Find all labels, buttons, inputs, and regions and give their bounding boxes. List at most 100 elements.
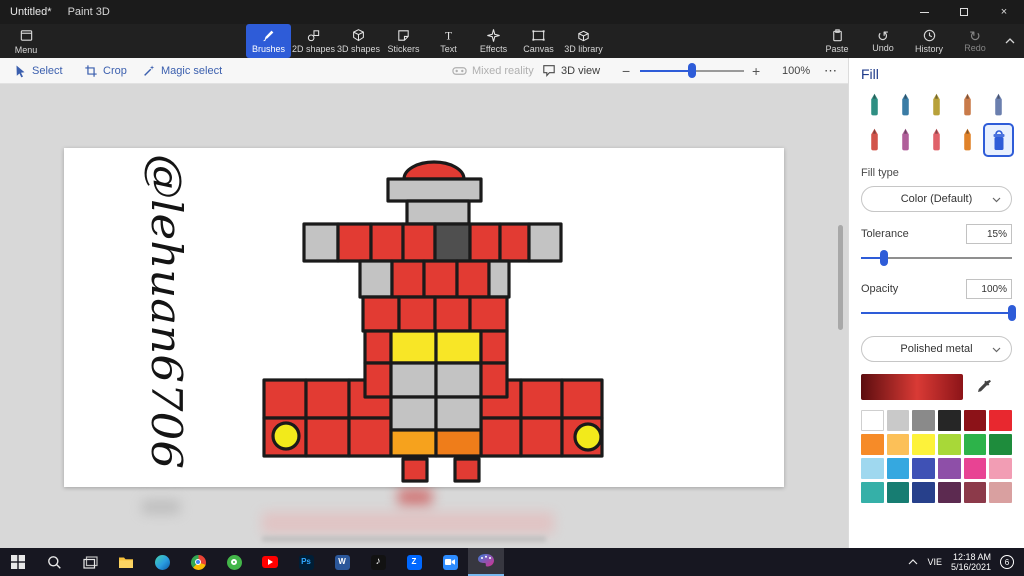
- tolerance-slider[interactable]: [861, 249, 1012, 267]
- tolerance-slider-thumb[interactable]: [879, 250, 888, 266]
- tab-shapes3d[interactable]: 3D shapes: [336, 24, 381, 58]
- zalo-button[interactable]: Z: [396, 548, 432, 576]
- palette-swatch-1-3[interactable]: [937, 434, 961, 455]
- palette-swatch-0-3[interactable]: [937, 410, 961, 431]
- close-button[interactable]: ×: [984, 0, 1024, 24]
- fill-type-dropdown[interactable]: Color (Default): [861, 186, 1012, 212]
- word-button[interactable]: W: [324, 548, 360, 576]
- edge-button[interactable]: [144, 548, 180, 576]
- tab-shapes2d[interactable]: 2D shapes: [291, 24, 336, 58]
- palette-swatch-2-1[interactable]: [886, 458, 910, 479]
- oil-brush-tool[interactable]: [923, 90, 950, 120]
- canvas-artwork[interactable]: @lehuan6706: [64, 148, 784, 487]
- palette-swatch-1-0[interactable]: [861, 434, 884, 455]
- task-view-button[interactable]: [72, 548, 108, 576]
- opacity-slider-thumb[interactable]: [1008, 305, 1016, 321]
- chrome-button[interactable]: [180, 548, 216, 576]
- palette-swatch-3-3[interactable]: [937, 482, 961, 503]
- zoom-in-button[interactable]: +: [752, 58, 760, 83]
- palette-swatch-1-4[interactable]: [963, 434, 987, 455]
- opacity-slider[interactable]: [861, 304, 1016, 322]
- redo-button[interactable]: ↻ Redo: [952, 24, 998, 58]
- palette-swatch-1-1[interactable]: [886, 434, 910, 455]
- palette-swatch-1-5[interactable]: [989, 434, 1012, 455]
- current-color[interactable]: [861, 374, 963, 400]
- tolerance-value-field[interactable]: 15%: [966, 224, 1012, 244]
- coccoc-browser-button[interactable]: [216, 548, 252, 576]
- 3d-view-button[interactable]: 3D view: [542, 58, 600, 83]
- notification-badge[interactable]: 6: [1000, 555, 1014, 569]
- zoom-out-button[interactable]: −: [622, 58, 630, 83]
- fill-tool[interactable]: [983, 123, 1014, 157]
- tab-canvas[interactable]: Canvas: [516, 24, 561, 58]
- paint3d-taskbar-button[interactable]: [468, 548, 504, 576]
- more-options-button[interactable]: ⋯: [824, 58, 838, 83]
- palette-swatch-0-1[interactable]: [886, 410, 910, 431]
- maximize-button[interactable]: [944, 0, 984, 24]
- start-button[interactable]: [0, 548, 36, 576]
- calligraphy-pen-tool[interactable]: [892, 90, 919, 120]
- chrome-icon: [190, 554, 206, 570]
- drawing-cell: [304, 416, 351, 458]
- video-call-button[interactable]: [432, 548, 468, 576]
- drawing-cell: [487, 259, 511, 299]
- select-button[interactable]: Select: [14, 58, 63, 83]
- material-dropdown[interactable]: Polished metal: [861, 336, 1012, 362]
- marker-tool[interactable]: [861, 90, 888, 120]
- language-indicator[interactable]: VIE: [927, 557, 942, 567]
- palette-swatch-3-5[interactable]: [989, 482, 1012, 503]
- drawing-cell: [433, 295, 472, 333]
- pencil-tool[interactable]: [861, 125, 888, 155]
- drawing-canvas[interactable]: @lehuan6706: [64, 148, 784, 487]
- eyedropper-icon[interactable]: [975, 378, 993, 396]
- 3d-view-label: 3D view: [561, 64, 601, 77]
- eraser-tool[interactable]: [892, 125, 919, 155]
- collapse-ribbon-button[interactable]: [1000, 24, 1020, 58]
- paste-button[interactable]: Paste: [814, 24, 860, 58]
- pixel-pen-tool[interactable]: [985, 90, 1012, 120]
- tab-text[interactable]: T Text: [426, 24, 471, 58]
- zoom-slider[interactable]: [640, 58, 744, 83]
- palette-swatch-0-4[interactable]: [963, 410, 987, 431]
- palette-swatch-3-2[interactable]: [912, 482, 935, 503]
- crayon-tool[interactable]: [923, 125, 950, 155]
- palette-swatch-2-2[interactable]: [912, 458, 935, 479]
- canvas-scrollbar[interactable]: [838, 225, 843, 330]
- palette-swatch-3-1[interactable]: [886, 482, 910, 503]
- menu-button[interactable]: Menu: [4, 24, 48, 58]
- palette-swatch-0-5[interactable]: [989, 410, 1012, 431]
- palette-swatch-3-4[interactable]: [963, 482, 987, 503]
- palette-swatch-2-3[interactable]: [937, 458, 961, 479]
- task-view-icon: [82, 555, 98, 569]
- palette-swatch-2-5[interactable]: [989, 458, 1012, 479]
- palette-swatch-0-2[interactable]: [912, 410, 935, 431]
- magic-select-button[interactable]: Magic select: [142, 58, 222, 83]
- search-button[interactable]: [36, 548, 72, 576]
- zoom-slider-thumb[interactable]: [688, 63, 696, 78]
- undo-button[interactable]: ↺ Undo: [860, 24, 906, 58]
- tab-effects[interactable]: Effects: [471, 24, 516, 58]
- mixed-reality-icon: [452, 66, 467, 75]
- spray-can-tool[interactable]: [954, 125, 981, 155]
- tiktok-button[interactable]: ♪: [360, 548, 396, 576]
- palette-swatch-1-2[interactable]: [912, 434, 935, 455]
- watercolour-tool[interactable]: [954, 90, 981, 120]
- palette-swatch-2-0[interactable]: [861, 458, 884, 479]
- crop-button[interactable]: Crop: [84, 58, 127, 83]
- file-explorer-button[interactable]: [108, 548, 144, 576]
- palette-swatch-2-4[interactable]: [963, 458, 987, 479]
- tab-brushes[interactable]: Brushes: [246, 24, 291, 58]
- clock[interactable]: 12:18 AM 5/16/2021: [951, 552, 991, 572]
- opacity-value-field[interactable]: 100%: [966, 279, 1012, 299]
- history-button[interactable]: History: [906, 24, 952, 58]
- tab-stickers[interactable]: Stickers: [381, 24, 426, 58]
- palette-swatch-3-0[interactable]: [861, 482, 884, 503]
- tray-chevron-icon[interactable]: [908, 559, 918, 565]
- youtube-button[interactable]: [252, 548, 288, 576]
- palette-swatch-0-0[interactable]: [861, 410, 884, 431]
- tab-library3d[interactable]: 3D library: [561, 24, 606, 58]
- drawing-cell: [434, 395, 483, 432]
- photoshop-button[interactable]: Ps: [288, 548, 324, 576]
- minimize-button[interactable]: [904, 0, 944, 24]
- mixed-reality-button[interactable]: Mixed reality: [452, 58, 534, 83]
